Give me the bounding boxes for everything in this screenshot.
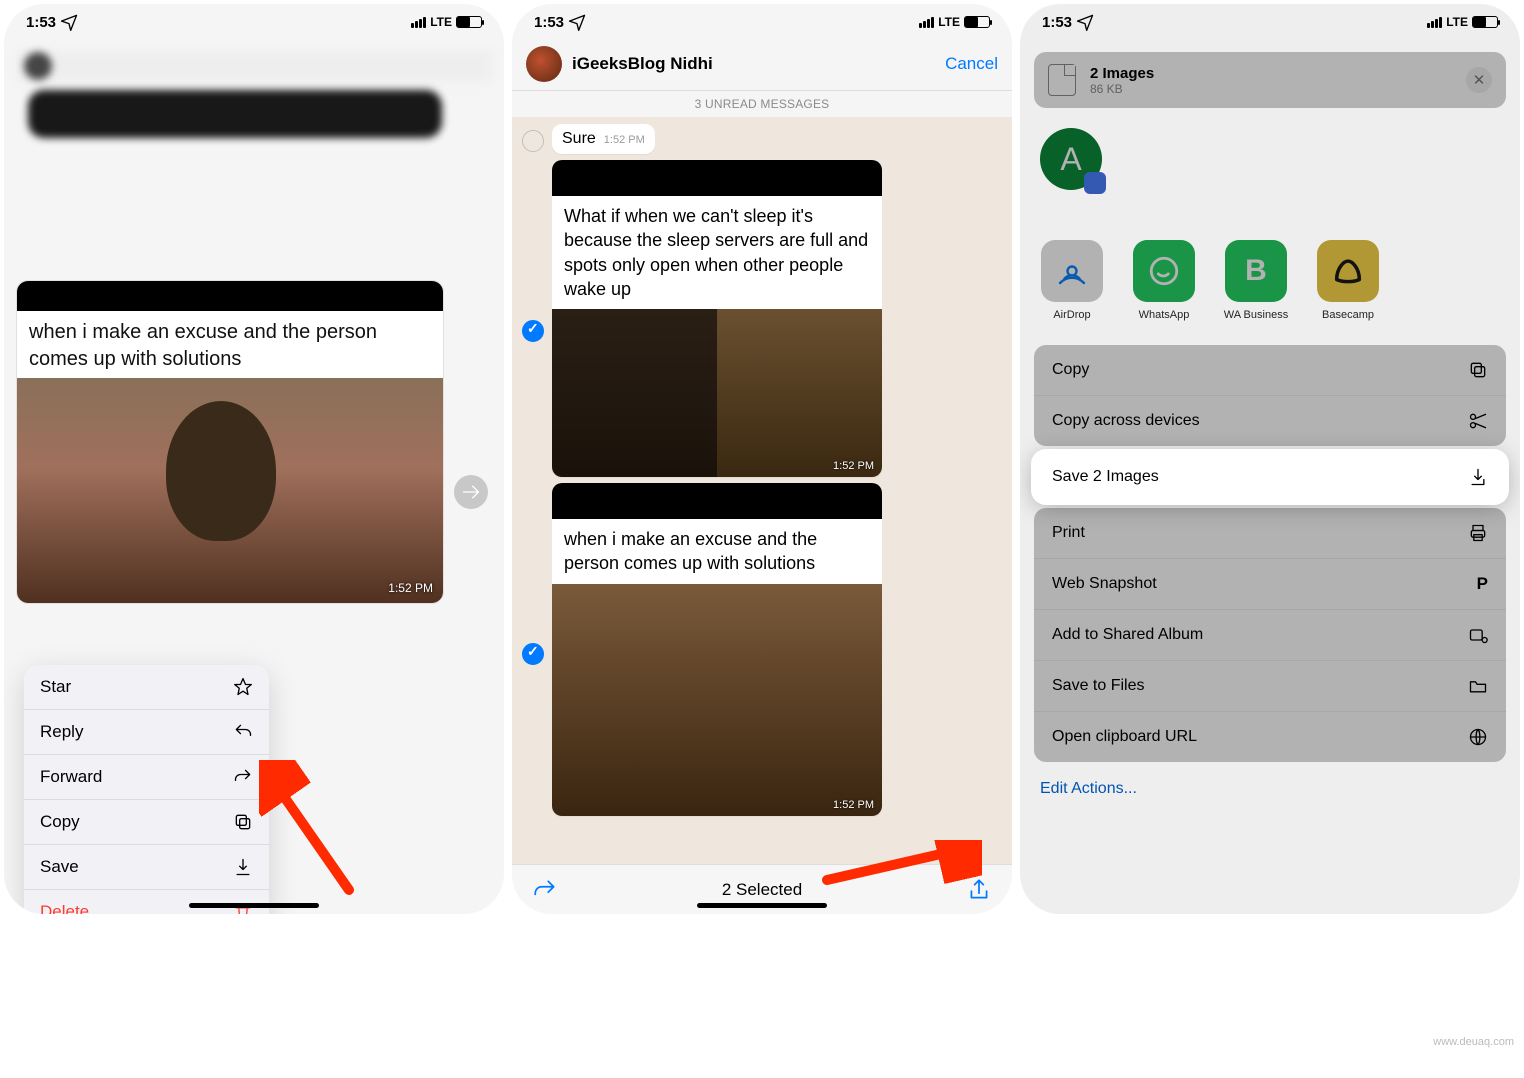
- airdrop-icon: [1054, 253, 1090, 289]
- menu-save[interactable]: Save: [24, 845, 269, 890]
- folder-icon: [1468, 676, 1488, 696]
- app-basecamp[interactable]: Basecamp: [1314, 240, 1382, 321]
- menu-star[interactable]: Star: [24, 665, 269, 710]
- message-time: 1:52 PM: [388, 581, 433, 595]
- status-bar: 1:53 LTE: [4, 4, 504, 40]
- home-indicator: [697, 903, 827, 908]
- meme-image: [552, 309, 882, 477]
- select-checkbox[interactable]: [522, 130, 544, 152]
- meme-image: 1:52 PM: [17, 378, 443, 603]
- forward-icon: [233, 767, 253, 787]
- chat-header: iGeeksBlog Nidhi Cancel: [512, 40, 1012, 91]
- contact-avatar[interactable]: A: [1040, 128, 1102, 190]
- red-arrow: [259, 760, 359, 900]
- message-time: 1:52 PM: [833, 799, 874, 811]
- location-icon: [59, 12, 79, 32]
- action-copy[interactable]: Copy: [1034, 345, 1506, 396]
- action-shared-album[interactable]: Add to Shared Album: [1034, 610, 1506, 661]
- phone-3: 1:53 LTE 2 Images86 KB ✕ A AirDrop Whats…: [1020, 4, 1520, 914]
- menu-delete[interactable]: Delete: [24, 890, 269, 914]
- text-message[interactable]: Sure1:52 PM: [552, 124, 655, 154]
- meme-message-1[interactable]: What if when we can't sleep it's because…: [552, 160, 882, 477]
- download-icon: [1468, 467, 1488, 487]
- print-icon: [1468, 523, 1488, 543]
- forward-bubble-icon[interactable]: [454, 475, 488, 509]
- meme-image: [552, 584, 882, 816]
- location-icon: [567, 12, 587, 32]
- p-icon: P: [1477, 574, 1488, 594]
- edit-actions-link[interactable]: Edit Actions...: [1034, 768, 1506, 810]
- action-web-snapshot[interactable]: Web SnapshotP: [1034, 559, 1506, 610]
- status-bar: 1:53 LTE: [512, 4, 1012, 40]
- reply-icon: [233, 722, 253, 742]
- action-copy-across[interactable]: Copy across devices: [1034, 396, 1506, 446]
- app-airdrop[interactable]: AirDrop: [1038, 240, 1106, 321]
- meme-message[interactable]: when i make an excuse and the person com…: [16, 280, 444, 604]
- unread-banner: 3 UNREAD MESSAGES: [512, 91, 1012, 117]
- globe-icon: [1468, 727, 1488, 747]
- action-save-images-highlight: Save 2 Images: [1034, 452, 1506, 502]
- status-time: 1:53: [26, 14, 56, 31]
- message-time: 1:52 PM: [833, 460, 874, 472]
- copy-icon: [233, 812, 253, 832]
- whatsapp-icon: [1147, 254, 1181, 288]
- network-label: LTE: [430, 15, 452, 29]
- select-checkbox[interactable]: [522, 643, 544, 665]
- meme-caption: What if when we can't sleep it's because…: [552, 196, 882, 309]
- menu-copy[interactable]: Copy: [24, 800, 269, 845]
- select-checkbox[interactable]: [522, 320, 544, 342]
- share-header: 2 Images86 KB ✕: [1034, 52, 1506, 108]
- album-icon: [1468, 625, 1488, 645]
- app-wabusiness[interactable]: BWA Business: [1222, 240, 1290, 321]
- basecamp-icon: [1331, 254, 1365, 288]
- chat-pane[interactable]: Sure1:52 PM What if when we can't sleep …: [512, 117, 1012, 864]
- meme-caption: when i make an excuse and the person com…: [17, 311, 443, 378]
- battery-icon: [456, 16, 482, 28]
- action-clipboard-url[interactable]: Open clipboard URL: [1034, 712, 1506, 762]
- scissors-icon: [1468, 411, 1488, 431]
- app-whatsapp[interactable]: WhatsApp: [1130, 240, 1198, 321]
- watermark: www.deuaq.com: [1433, 1036, 1514, 1048]
- phone-1: 1:53 LTE when i make an excuse and the p…: [4, 4, 504, 914]
- location-icon: [1075, 12, 1095, 32]
- app-row: AirDrop WhatsApp BWA Business Basecamp: [1038, 240, 1506, 321]
- status-bar: 1:53 LTE: [1020, 4, 1520, 40]
- action-save-files[interactable]: Save to Files: [1034, 661, 1506, 712]
- home-indicator: [189, 903, 319, 908]
- menu-reply[interactable]: Reply: [24, 710, 269, 755]
- phone-2: 1:53 LTE iGeeksBlog Nidhi Cancel 3 UNREA…: [512, 4, 1012, 914]
- signal-icon: [411, 17, 426, 28]
- cancel-button[interactable]: Cancel: [945, 54, 998, 74]
- share-subtitle: 86 KB: [1090, 82, 1154, 96]
- star-icon: [233, 677, 253, 697]
- meme-message-2[interactable]: when i make an excuse and the person com…: [552, 483, 882, 816]
- close-icon[interactable]: ✕: [1466, 67, 1492, 93]
- action-print[interactable]: Print: [1034, 508, 1506, 559]
- contact-name[interactable]: iGeeksBlog Nidhi: [572, 54, 945, 74]
- share-icon[interactable]: [966, 877, 992, 903]
- save-icon: [233, 857, 253, 877]
- file-icon: [1048, 64, 1076, 96]
- share-title: 2 Images: [1090, 65, 1154, 82]
- meme-caption: when i make an excuse and the person com…: [552, 519, 882, 584]
- context-menu: Star Reply Forward Copy Save Delete: [24, 665, 269, 914]
- blurred-chat-header: [4, 40, 504, 203]
- selection-count: 2 Selected: [722, 880, 802, 900]
- copy-icon: [1468, 360, 1488, 380]
- contact-avatar[interactable]: [526, 46, 562, 82]
- menu-forward[interactable]: Forward: [24, 755, 269, 800]
- forward-icon[interactable]: [532, 877, 558, 903]
- action-save-images[interactable]: Save 2 Images: [1034, 452, 1506, 502]
